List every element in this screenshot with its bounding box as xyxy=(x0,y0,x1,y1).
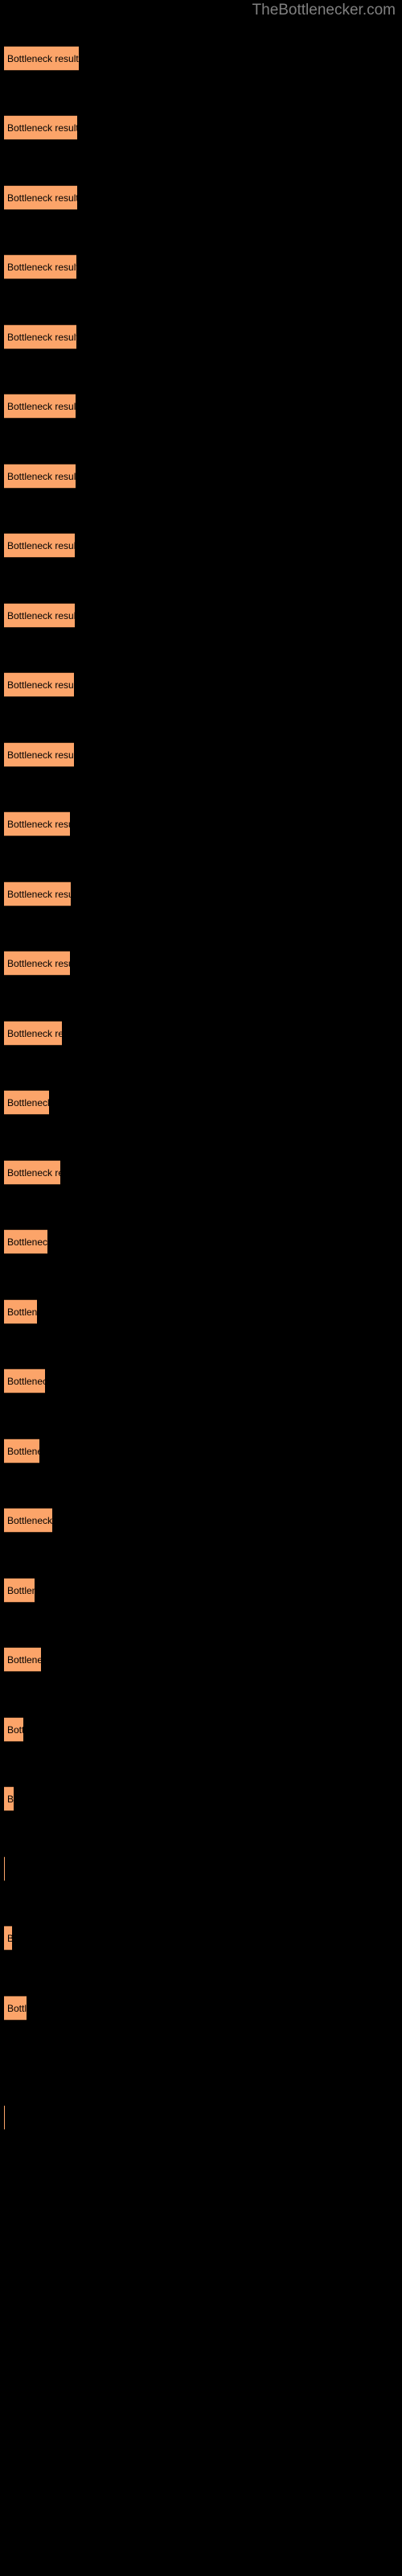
bar-label: Bottleneck result xyxy=(7,261,76,273)
bar-label: Bottleneck result xyxy=(7,679,74,691)
bar[interactable]: Bottleneck result xyxy=(4,46,79,71)
bar[interactable]: Bottleneck result xyxy=(4,464,76,489)
bar-label: Bottleneck result xyxy=(7,2002,27,2014)
bar-label: Bottleneck result xyxy=(7,888,71,900)
bar-label: Bottleneck result xyxy=(7,1445,39,1457)
bar-label: Bottleneck result xyxy=(7,1653,41,1666)
bar[interactable]: Bottleneck result xyxy=(4,324,76,349)
bar-label: Bottleneck result xyxy=(7,1793,14,1805)
bar-label: Bottleneck result xyxy=(7,818,70,830)
bar[interactable]: Bottleneck result xyxy=(4,603,75,628)
bar-label: Bottleneck result xyxy=(7,1027,62,1039)
bar[interactable]: Bottleneck result xyxy=(4,1090,49,1115)
bar-label: Bottleneck result xyxy=(7,1306,37,1318)
bar[interactable]: Bottleneck result xyxy=(4,1856,5,1881)
bar[interactable]: Bottleneck result xyxy=(4,881,71,906)
bar[interactable]: Bottleneck result xyxy=(4,1160,60,1185)
bar-label: Bottleneck result xyxy=(7,52,79,64)
bottleneck-bar-chart: Bottleneck result Bottleneck result Bottle… xyxy=(0,0,402,2576)
bar[interactable]: Bottleneck result xyxy=(4,1229,47,1254)
bar[interactable]: Bottleneck result xyxy=(4,1578,35,1603)
bar-label: Bottleneck result xyxy=(7,1236,47,1248)
bar-label: Bottleneck result xyxy=(7,749,74,761)
bar[interactable]: Bottleneck result xyxy=(4,742,74,767)
bar[interactable]: Bottleneck result xyxy=(4,1368,45,1393)
bar[interactable]: Bottleneck result xyxy=(4,115,77,140)
bar[interactable]: Bottleneck result xyxy=(4,951,70,976)
bar[interactable]: Bottleneck result xyxy=(4,1439,39,1463)
bar[interactable]: Bottleneck result xyxy=(4,1508,52,1533)
bar[interactable]: Bottleneck result xyxy=(4,394,76,419)
bar-label: Bottleneck result xyxy=(7,192,77,204)
bar[interactable]: Bottleneck result xyxy=(4,1996,27,2021)
bar[interactable]: Bottleneck result xyxy=(4,1021,62,1046)
bar-label: Bottleneck result xyxy=(7,609,75,621)
bar-label: Bottleneck result xyxy=(7,957,70,969)
bar-label: Bottleneck result xyxy=(7,400,76,412)
bar[interactable]: Bottleneck result xyxy=(4,254,76,279)
bar-label: Bottleneck result xyxy=(7,1375,45,1387)
bar[interactable]: Bottleneck result xyxy=(4,1926,12,1951)
bar[interactable]: Bottleneck result xyxy=(4,811,70,836)
bar-label: Bottleneck result xyxy=(7,539,75,551)
bar-label: Bottleneck result xyxy=(7,470,76,482)
bar-label: Bottleneck result xyxy=(7,1096,49,1108)
bar-label: Bottleneck result xyxy=(7,1724,23,1736)
bar[interactable]: Bottleneck result xyxy=(4,533,75,558)
bar[interactable]: Bottleneck result xyxy=(4,2105,5,2130)
bar-label: Bottleneck result xyxy=(7,331,76,343)
bar[interactable]: Bottleneck result xyxy=(4,1299,37,1324)
bar-label: Bottleneck result xyxy=(7,1933,12,1944)
bar[interactable]: Bottleneck result xyxy=(4,672,74,697)
page-root: TheBottlenecker.com Bottleneck result Bot… xyxy=(0,0,402,2576)
bar[interactable]: Bottleneck result xyxy=(4,1647,41,1672)
bar-label: Bottleneck result xyxy=(7,1584,35,1596)
bar-label: Bottleneck result xyxy=(7,1166,60,1179)
bar-label: Bottleneck result xyxy=(7,1514,52,1526)
bar[interactable]: Bottleneck result xyxy=(4,1786,14,1811)
bar-label: Bottleneck result xyxy=(7,122,77,134)
bar[interactable]: Bottleneck result xyxy=(4,1717,23,1742)
bar[interactable]: Bottleneck result xyxy=(4,185,77,210)
